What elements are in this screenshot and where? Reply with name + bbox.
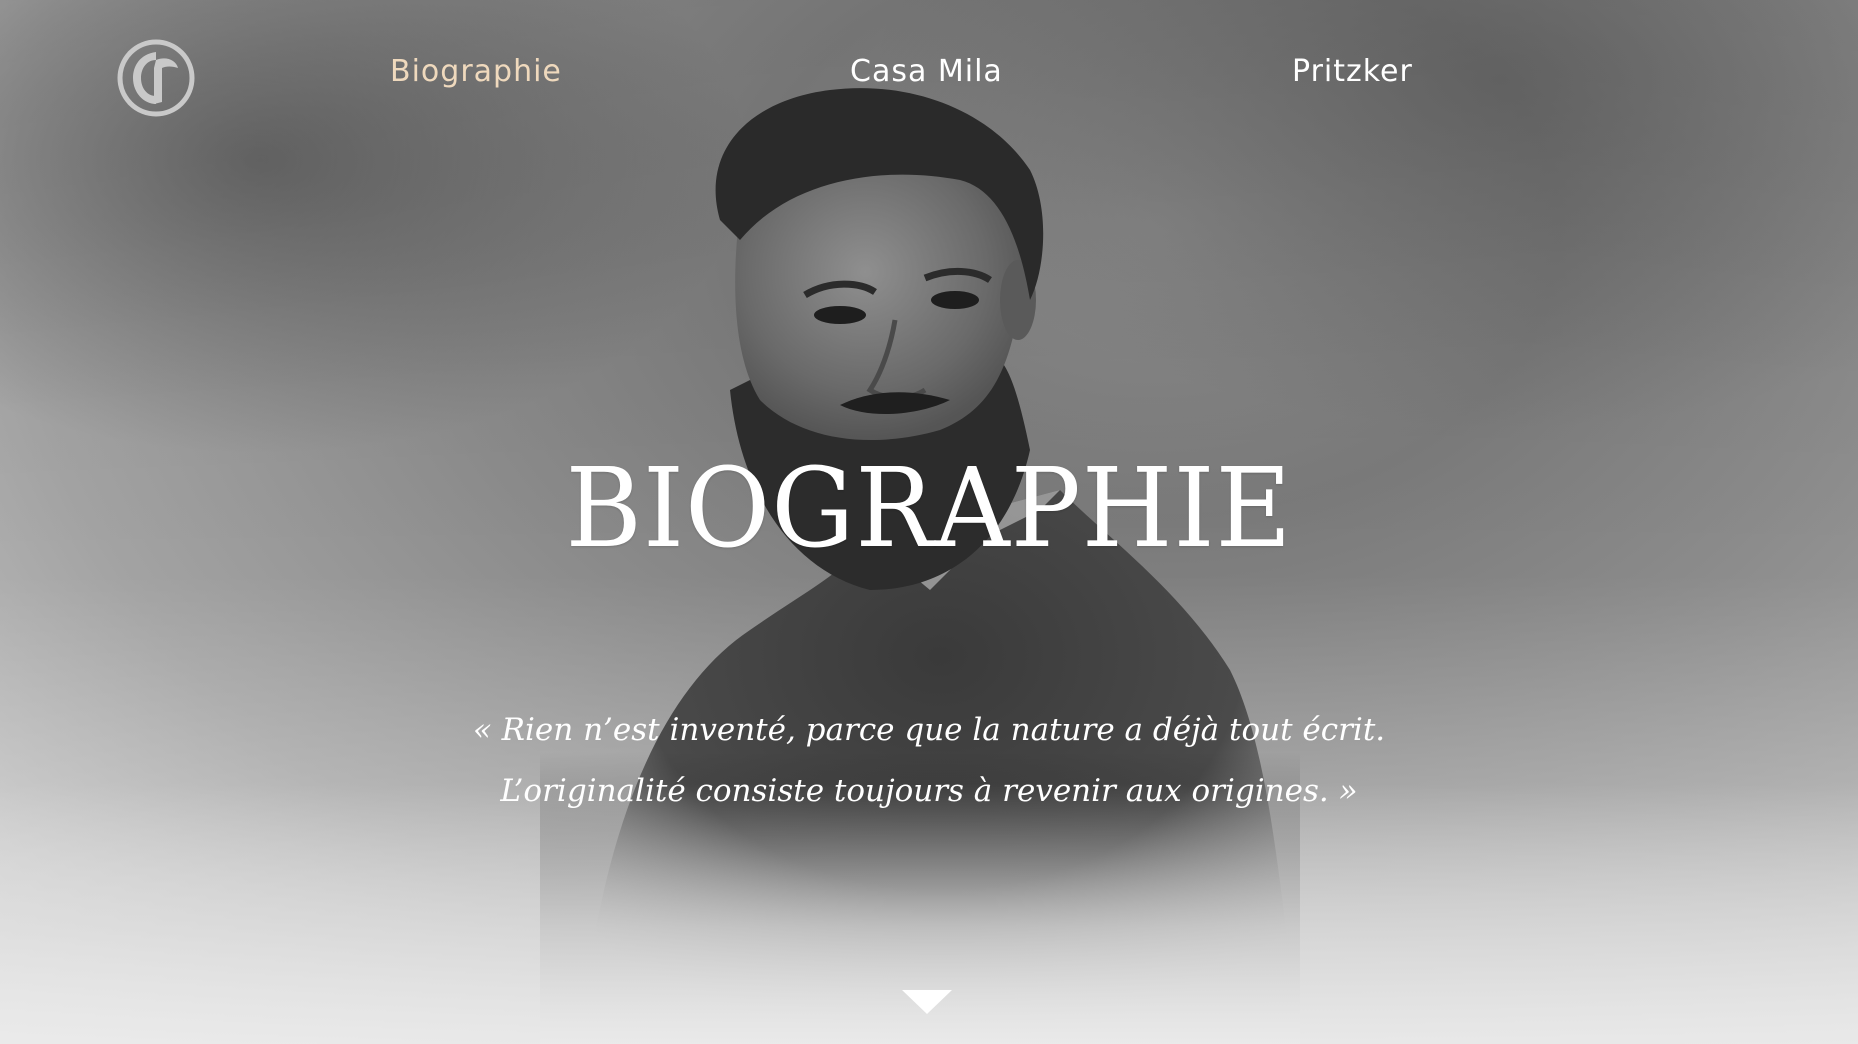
- triangle-down-icon[interactable]: [902, 990, 952, 1014]
- quote-line-1: « Rien n’est inventé, parce que la natur…: [472, 712, 1386, 748]
- nav-link-casa-mila[interactable]: Casa Mila: [850, 54, 1003, 89]
- gaudi-quote: « Rien n’est inventé, parce que la natur…: [0, 700, 1858, 822]
- gaudi-monogram-icon[interactable]: [116, 38, 196, 118]
- page-title: BIOGRAPHIE: [565, 443, 1293, 573]
- top-navigation: Biographie Casa Mila Pritzker: [0, 0, 1858, 160]
- nav-link-pritzker[interactable]: Pritzker: [1292, 54, 1413, 89]
- quote-line-2: L’originalité consiste toujours à reveni…: [500, 773, 1358, 809]
- nav-link-biographie[interactable]: Biographie: [390, 54, 562, 89]
